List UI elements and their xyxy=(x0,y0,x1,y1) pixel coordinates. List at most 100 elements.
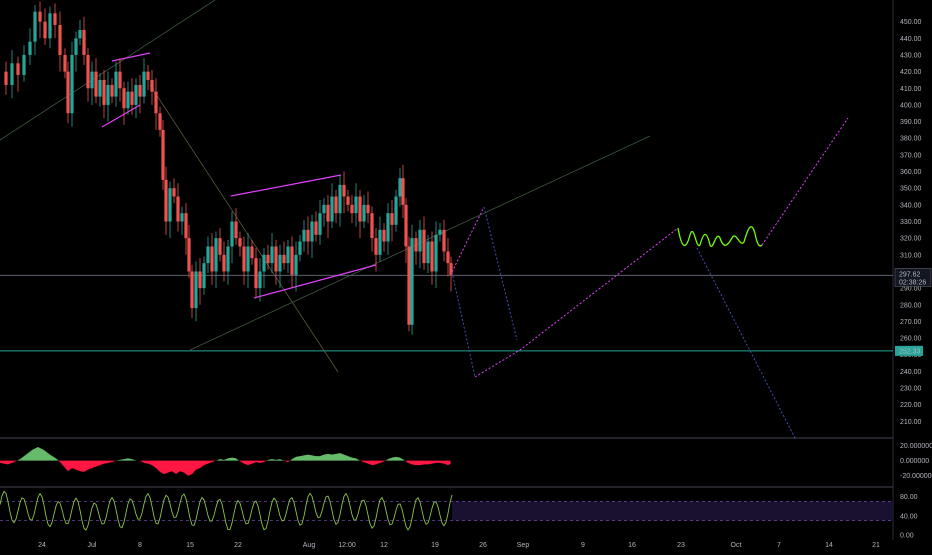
candle-body xyxy=(168,188,172,222)
candle-body xyxy=(38,11,42,22)
candle-body xyxy=(58,24,62,55)
candle-body xyxy=(172,188,176,197)
candle-body xyxy=(138,84,142,97)
candle-body xyxy=(86,54,90,89)
candle-body xyxy=(98,79,102,97)
candle-body xyxy=(310,221,314,242)
candle-body xyxy=(78,29,82,39)
y-tick-label: 350.00 xyxy=(900,186,922,193)
candle-body xyxy=(398,178,402,197)
x-tick-label: 21 xyxy=(872,542,880,549)
candle-body xyxy=(426,241,430,264)
candle-body xyxy=(161,129,165,180)
y-tick-label: 320.00 xyxy=(900,236,922,243)
candle-body xyxy=(230,221,234,247)
candle-body xyxy=(134,84,138,105)
x-tick-label: 12:00 xyxy=(338,542,356,549)
candle-body xyxy=(63,54,67,72)
y-tick-label: 240.00 xyxy=(900,369,922,376)
candle-body xyxy=(278,254,282,272)
candle-body xyxy=(322,204,326,214)
candle-body xyxy=(254,258,258,289)
candle-body xyxy=(238,238,242,247)
x-tick-label: Oct xyxy=(731,542,742,549)
x-tick-label: 23 xyxy=(677,542,685,549)
y-tick-label: 220.00 xyxy=(900,402,922,409)
y-tick-label: 270.00 xyxy=(900,319,922,326)
macd-tick-label: 20.000000 xyxy=(900,443,932,450)
y-tick-label: 260.00 xyxy=(900,336,922,343)
chart-root: 450.00 440.00 430.00 420.00 410.00 400.00 390.… xyxy=(0,0,932,550)
candle-body xyxy=(334,196,338,214)
y-tick-label: 310.00 xyxy=(900,252,922,259)
candle-body xyxy=(94,71,98,97)
candle-body xyxy=(194,271,198,309)
x-tick-label: Aug xyxy=(303,542,316,549)
x-tick-label: 24 xyxy=(38,542,46,549)
candle-body xyxy=(70,54,74,114)
candle-body xyxy=(43,21,47,39)
candle-body xyxy=(318,213,322,235)
candle-body xyxy=(28,41,32,55)
x-tick-label: Jul xyxy=(88,542,97,549)
candle-body xyxy=(290,246,294,275)
macd-tick-label: 0.000000 xyxy=(900,458,929,465)
candle-body xyxy=(190,271,194,309)
candle-body xyxy=(401,178,405,205)
candle-body xyxy=(407,246,411,325)
countdown-label: 02:38:26 xyxy=(899,279,926,286)
candle-body xyxy=(53,13,57,25)
candle-body xyxy=(342,184,346,197)
x-tick-label: 15 xyxy=(186,542,194,549)
candle-body xyxy=(286,246,290,264)
y-tick-label: 280.00 xyxy=(900,302,922,309)
candle-body xyxy=(326,204,330,222)
candle-body xyxy=(354,196,358,214)
candle-body xyxy=(158,113,162,130)
candle-body xyxy=(382,229,386,242)
candle-body xyxy=(302,229,306,242)
candle-body xyxy=(122,88,126,109)
candle-body xyxy=(262,254,266,272)
x-tick-label: Sep xyxy=(517,542,530,549)
candle-body xyxy=(187,238,191,272)
candle-body xyxy=(390,213,394,225)
candle-body xyxy=(446,251,450,264)
candle-body xyxy=(266,254,270,264)
candle-body xyxy=(10,63,14,85)
candle-body xyxy=(90,71,94,89)
y-tick-label: 400.00 xyxy=(900,102,922,109)
osc-tick-label: 40.00 xyxy=(900,513,918,520)
chart-svg[interactable]: 450.00 440.00 430.00 420.00 410.00 400.00 390.… xyxy=(0,0,932,550)
candle-body xyxy=(234,221,238,239)
candle-body xyxy=(242,246,246,272)
candle-body xyxy=(102,79,106,105)
current-price-label: 297.62 xyxy=(899,271,921,278)
candle-body xyxy=(130,91,134,105)
candle-body xyxy=(442,229,446,252)
candle-body xyxy=(362,204,366,222)
candle-body xyxy=(198,271,202,289)
x-tick-label: 12 xyxy=(380,542,388,549)
x-tick-label: 19 xyxy=(431,542,439,549)
candle-body xyxy=(4,71,8,85)
candle-body xyxy=(410,238,414,325)
candle-body xyxy=(374,238,378,255)
candle-body xyxy=(176,196,180,222)
candle-body xyxy=(358,196,362,222)
candle-body xyxy=(418,229,422,252)
candle-body xyxy=(16,63,20,75)
x-tick-label: 7 xyxy=(777,542,781,549)
y-tick-label: 390.00 xyxy=(900,119,922,126)
candle-body xyxy=(214,238,218,272)
candle-body xyxy=(338,184,342,214)
candle-body xyxy=(146,71,150,80)
candle-body xyxy=(282,254,286,264)
candle-body xyxy=(82,29,86,55)
candle-body xyxy=(422,229,426,264)
y-tick-label: 420.00 xyxy=(900,69,922,76)
y-tick-label: 360.00 xyxy=(900,169,922,176)
candle-body xyxy=(258,271,262,289)
candle-body xyxy=(218,238,222,255)
candle-body xyxy=(48,13,52,39)
